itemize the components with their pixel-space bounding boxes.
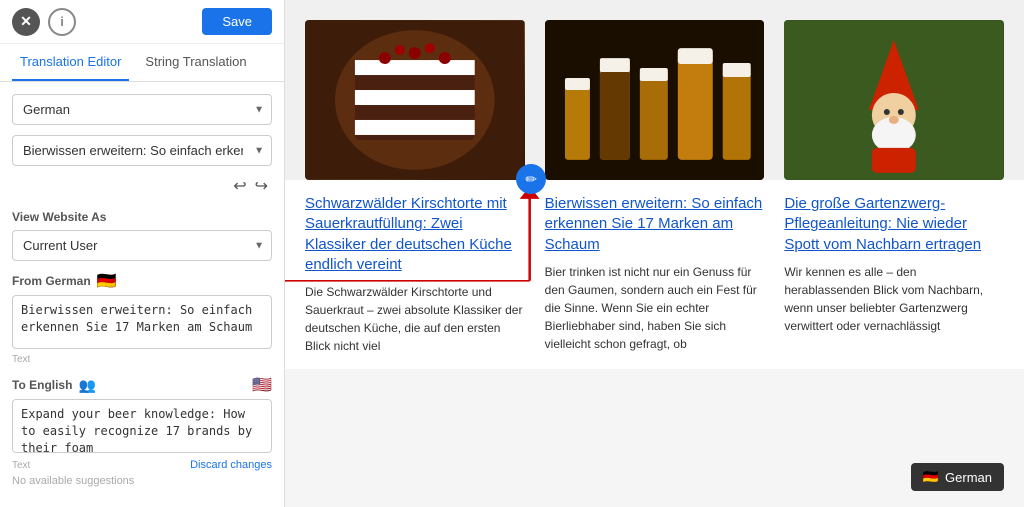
from-text-label: From German (12, 274, 91, 288)
prev-arrow-button[interactable]: ↩ (233, 176, 246, 196)
info-button[interactable]: i (48, 8, 76, 36)
from-type-label: Text (12, 354, 272, 365)
articles-grid: ✏ Schwarzwälder Kirschtorte mit Sauerkra… (285, 180, 1024, 369)
language-dropdown-wrap: German ▼ (12, 94, 272, 125)
article-1: Schwarzwälder Kirschtorte mit Sauerkraut… (305, 194, 525, 355)
people-icon: 👥 (78, 377, 95, 394)
to-label: To English 👥 🇺🇸 (12, 375, 272, 395)
article-1-title[interactable]: Schwarzwälder Kirschtorte mit Sauerkraut… (305, 194, 525, 275)
us-flag-icon: 🇺🇸 (252, 375, 272, 395)
left-panel: ✕ i Save Translation Editor String Trans… (0, 0, 285, 507)
close-button[interactable]: ✕ (12, 8, 40, 36)
from-section: From German 🇩🇪 Text (12, 271, 272, 365)
german-badge-label: German (945, 470, 992, 485)
to-text-area[interactable] (12, 399, 272, 453)
from-label: From German 🇩🇪 (12, 271, 272, 291)
to-type-label: Text (12, 460, 30, 471)
article-3-body: Wir kennen es alle – den herablassenden … (784, 263, 1004, 335)
article-dropdown-wrap: Bierwissen erweitern: So einfach erkenne… (12, 135, 272, 166)
article-2-title[interactable]: Bierwissen erweitern: So einfach erkenne… (545, 194, 765, 255)
article-3: Die große Gartenzwerg-Pflegeanleitung: N… (784, 194, 1004, 355)
cards-grid (285, 0, 1024, 180)
tab-string-translation[interactable]: String Translation (137, 44, 254, 81)
tab-bar: Translation Editor String Translation (0, 44, 284, 82)
from-text-area[interactable] (12, 295, 272, 349)
top-bar: ✕ i Save (0, 0, 284, 44)
card-2-image (545, 20, 765, 180)
tab-translation-editor[interactable]: Translation Editor (12, 44, 129, 81)
view-as-dropdown-wrap: Current User ▼ (12, 230, 272, 261)
german-badge: 🇩🇪 German (911, 463, 1004, 491)
next-arrow-button[interactable]: ↪ (255, 176, 268, 196)
discard-changes-link[interactable]: Discard changes (190, 459, 272, 471)
save-button[interactable]: Save (202, 8, 272, 35)
to-text-label: To English (12, 378, 72, 392)
view-as-dropdown[interactable]: Current User (12, 230, 272, 261)
article-2: Bierwissen erweitern: So einfach erkenne… (545, 194, 765, 355)
edit-bubble[interactable]: ✏ (516, 164, 546, 194)
card-1-image (305, 20, 525, 180)
german-flag-icon: 🇩🇪 (97, 271, 117, 291)
right-panel: ✏ Schwarzwälder Kirschtorte mit Sauerkra… (285, 0, 1024, 507)
card-3-image (784, 20, 1004, 180)
article-3-title[interactable]: Die große Gartenzwerg-Pflegeanleitung: N… (784, 194, 1004, 255)
nav-arrows: ↩ ↪ (12, 176, 272, 196)
panel-content: German ▼ Bierwissen erweitern: So einfac… (0, 82, 284, 507)
view-website-as-section: View Website As Current User ▼ (12, 206, 272, 261)
to-section: To English 👥 🇺🇸 Text Discard changes No … (12, 375, 272, 487)
german-badge-flag: 🇩🇪 (923, 469, 939, 485)
article-1-body: Die Schwarzwälder Kirschtorte und Sauerk… (305, 283, 525, 355)
no-suggestions-label: No available suggestions (12, 475, 272, 487)
view-website-as-label: View Website As (12, 210, 272, 224)
article-dropdown[interactable]: Bierwissen erweitern: So einfach erkenne… (12, 135, 272, 166)
article-2-body: Bier trinken ist nicht nur ein Genuss fü… (545, 263, 765, 353)
language-dropdown[interactable]: German (12, 94, 272, 125)
